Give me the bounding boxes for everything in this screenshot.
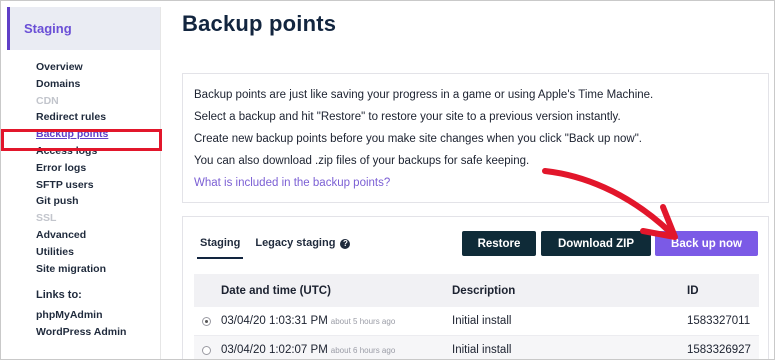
row-date: 03/04/20 1:03:31 PM — [221, 315, 328, 327]
row-description: Initial install — [452, 344, 512, 356]
tab-staging[interactable]: Staging — [197, 237, 244, 259]
sidebar-item-ssl: SSL — [36, 212, 57, 225]
table-row[interactable]: 03/04/20 1:03:31 PM about 5 hours ago Ini… — [194, 307, 759, 336]
row-ago: about 6 hours ago — [330, 346, 396, 355]
row-ago: about 5 hours ago — [330, 317, 396, 326]
links-list: phpMyAdmin WordPress Admin — [36, 307, 126, 341]
link-phpmyadmin[interactable]: phpMyAdmin — [36, 307, 126, 324]
info-line: Create new backup points before you make… — [194, 133, 642, 145]
sidebar-item-redirect-rules[interactable]: Redirect rules — [36, 109, 108, 126]
page-title: Backup points — [182, 11, 337, 36]
row-date-cell: 03/04/20 1:03:31 PM about 5 hours ago — [221, 315, 395, 327]
row-date-cell: 03/04/20 1:02:07 PM about 6 hours ago — [221, 344, 395, 356]
table-header: Date and time (UTC) Description ID — [194, 274, 759, 307]
restore-button[interactable]: Restore — [462, 231, 536, 256]
sidebar-item-advanced[interactable]: Advanced — [36, 227, 108, 244]
links-heading: Links to: — [36, 289, 82, 301]
link-wordpress-admin[interactable]: WordPress Admin — [36, 324, 126, 341]
sidebar-item-domains[interactable]: Domains — [36, 76, 108, 93]
row-radio-selected[interactable] — [202, 316, 211, 326]
backups-table: Date and time (UTC) Description ID 03/04… — [194, 274, 759, 359]
arrow-annotation-icon — [542, 168, 678, 240]
tab-legacy-staging[interactable]: Legacy staging? — [252, 237, 353, 259]
sidebar-item-git-push[interactable]: Git push — [36, 193, 108, 210]
help-icon[interactable]: ? — [340, 239, 351, 249]
sidebar-item-error-logs[interactable]: Error logs — [36, 160, 108, 177]
tab-label: Legacy staging — [255, 237, 336, 249]
highlight-box-annotation — [1, 129, 162, 151]
tab-label: Staging — [200, 237, 241, 249]
sidebar-item-cdn: CDN — [36, 94, 59, 107]
table-row[interactable]: 03/04/20 1:02:07 PM about 6 hours ago Ini… — [194, 336, 759, 359]
sidebar-item-sftp-users[interactable]: SFTP users — [36, 177, 108, 194]
sidebar-item-overview[interactable]: Overview — [36, 59, 108, 76]
app-frame: Staging Overview Domains CDN Redirect ru… — [0, 0, 775, 360]
sidebar-nav: Overview Domains CDN Redirect rules Back… — [36, 59, 108, 277]
sidebar-header: Staging — [7, 7, 160, 50]
sidebar-item-site-migration[interactable]: Site migration — [36, 261, 108, 278]
row-radio[interactable] — [202, 345, 211, 355]
column-header-description: Description — [452, 284, 516, 297]
column-header-id: ID — [687, 284, 699, 297]
row-date: 03/04/20 1:02:07 PM — [221, 344, 328, 356]
column-header-date: Date and time (UTC) — [221, 284, 331, 297]
tabs: Staging Legacy staging? — [197, 237, 362, 259]
row-description: Initial install — [452, 315, 512, 327]
info-line: Backup points are just like saving your … — [194, 89, 654, 101]
sidebar-item-utilities[interactable]: Utilities — [36, 244, 108, 261]
info-line: Select a backup and hit "Restore" to res… — [194, 111, 621, 123]
row-id: 1583326927 — [687, 344, 751, 356]
row-id: 1583327011 — [687, 315, 751, 327]
